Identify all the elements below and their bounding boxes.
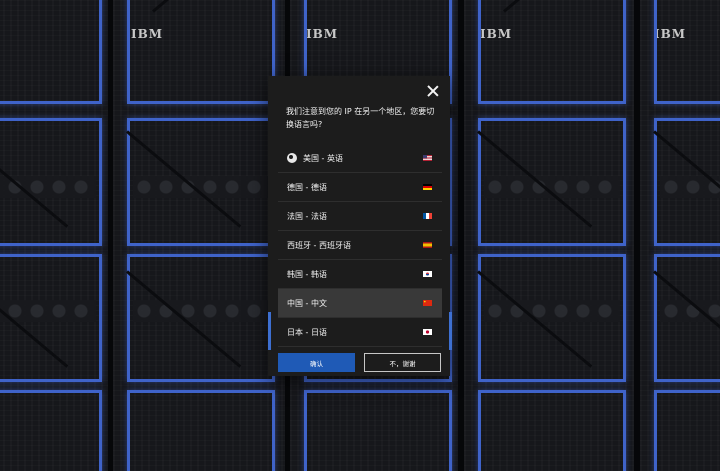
language-option-fr[interactable]: 法国 - 法语 — [278, 202, 442, 231]
language-option-us[interactable]: 美国 - 英语 — [278, 144, 442, 173]
language-option-jp[interactable]: 日本 - 日语 — [278, 318, 442, 347]
close-icon[interactable] — [426, 84, 440, 98]
language-label: 日本 - 日语 — [287, 327, 327, 337]
es-flag-icon — [423, 242, 432, 248]
language-prompt: 我们注意到您的 IP 在另一个地区，您要切换语言吗? — [286, 107, 435, 129]
server-rack: IBM — [464, 0, 640, 471]
language-option-es[interactable]: 西班牙 - 西班牙语 — [278, 231, 442, 260]
confirm-button[interactable]: 确认 — [278, 353, 355, 372]
list-scroll-indicator[interactable] — [268, 312, 271, 350]
server-rack: IBM — [640, 0, 720, 471]
list-scrollbar[interactable] — [449, 312, 452, 350]
language-option-de[interactable]: 德国 - 德语 — [278, 173, 442, 202]
language-label: 中国 - 中文 — [287, 298, 327, 308]
globe-icon — [287, 153, 297, 163]
language-label: 西班牙 - 西班牙语 — [287, 240, 351, 250]
language-label: 法国 - 法语 — [287, 211, 327, 221]
language-option-kr[interactable]: 韩国 - 韩语 — [278, 260, 442, 289]
fr-flag-icon — [423, 213, 432, 219]
us-flag-icon — [423, 155, 432, 161]
language-label: 韩国 - 韩语 — [287, 269, 327, 279]
de-flag-icon — [423, 184, 432, 190]
language-label: 美国 - 英语 — [303, 153, 343, 163]
language-label: 德国 - 德语 — [287, 182, 327, 192]
cn-flag-icon — [423, 300, 432, 306]
server-rack: IBM — [113, 0, 289, 471]
kr-flag-icon — [423, 271, 432, 277]
language-list: 美国 - 英语 德国 - 德语 法国 - 法语 西班牙 - 西班牙语 韩国 - … — [278, 144, 442, 347]
language-option-cn[interactable]: 中国 - 中文 — [278, 289, 442, 318]
decline-button[interactable]: 不，谢谢 — [364, 353, 441, 372]
jp-flag-icon — [423, 329, 432, 335]
server-rack — [0, 0, 116, 471]
language-switch-modal: 我们注意到您的 IP 在另一个地区，您要切换语言吗? 美国 - 英语 德国 - … — [268, 76, 452, 376]
